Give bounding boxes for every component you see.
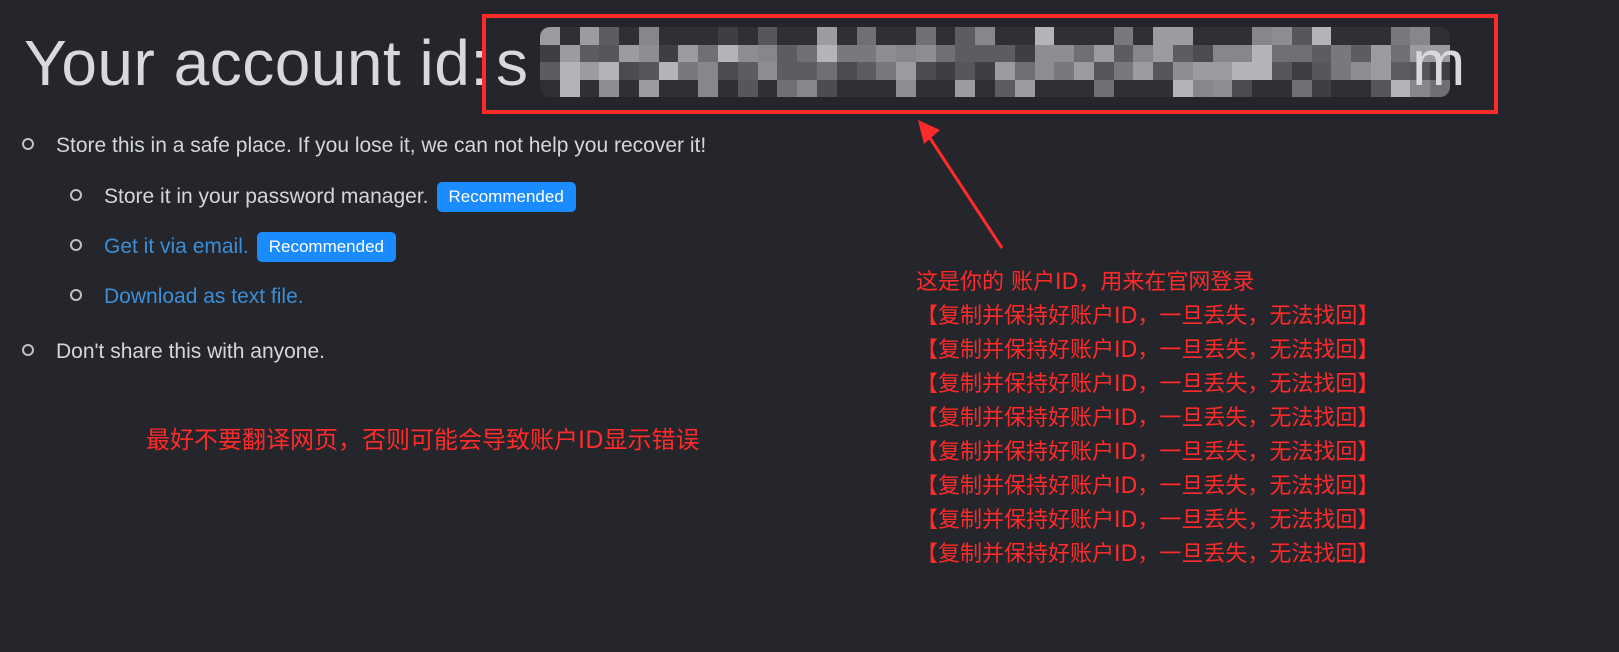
bullet-icon <box>70 289 82 301</box>
warning-line: 【复制并保持好账户ID，一旦丢失，无法找回】 <box>916 542 1380 567</box>
annotation-arrow-icon <box>918 120 1004 249</box>
bullet-icon <box>22 344 34 356</box>
get-via-email-link[interactable]: Get it via email. <box>104 235 249 259</box>
bullet-icon <box>70 189 82 201</box>
download-text-file-link[interactable]: Download as text file. <box>104 285 304 309</box>
warning-line: 【复制并保持好账户ID，一旦丢失，无法找回】 <box>916 440 1380 465</box>
page-title: Your account id: <box>24 27 489 99</box>
account-id-highlight-box <box>482 14 1498 114</box>
password-manager-text: Store it in your password manager. <box>104 185 429 208</box>
translate-warning-annotation: 最好不要翻译网页，否则可能会导致账户ID显示错误 <box>146 426 700 454</box>
list-item-email: Get it via email. Recommended <box>22 228 706 266</box>
warning-line: 【复制并保持好账户ID，一旦丢失，无法找回】 <box>916 406 1380 431</box>
warning-line: 【复制并保持好账户ID，一旦丢失，无法找回】 <box>916 304 1380 329</box>
instructions-list: Store this in a safe place. If you lose … <box>22 126 706 372</box>
account-id-note: 这是你的 账户ID，用来在官网登录 <box>916 270 1255 295</box>
bullet-icon <box>22 138 34 150</box>
warning-line: 【复制并保持好账户ID，一旦丢失，无法找回】 <box>916 474 1380 499</box>
recommended-badge: Recommended <box>436 182 576 212</box>
list-item-dont-share: Don't share this with anyone. <box>22 332 706 372</box>
warning-line: 【复制并保持好账户ID，一旦丢失，无法找回】 <box>916 338 1380 363</box>
list-item-download: Download as text file. <box>22 278 706 316</box>
recommended-badge: Recommended <box>256 232 396 262</box>
account-id-heading: Your account id: <box>24 18 489 108</box>
list-item-password-manager: Store it in your password manager. Recom… <box>22 178 706 216</box>
account-id-annotation: 这是你的 账户ID，用来在官网登录 【复制并保持好账户ID，一旦丢失，无法找回】… <box>916 266 1379 572</box>
warning-line: 【复制并保持好账户ID，一旦丢失，无法找回】 <box>916 372 1380 397</box>
store-safe-text: Store this in a safe place. If you lose … <box>56 134 707 157</box>
list-item-store-safe: Store this in a safe place. If you lose … <box>22 126 706 166</box>
dont-share-text: Don't share this with anyone. <box>56 340 325 363</box>
bullet-icon <box>70 239 82 251</box>
warning-line: 【复制并保持好账户ID，一旦丢失，无法找回】 <box>916 508 1380 533</box>
